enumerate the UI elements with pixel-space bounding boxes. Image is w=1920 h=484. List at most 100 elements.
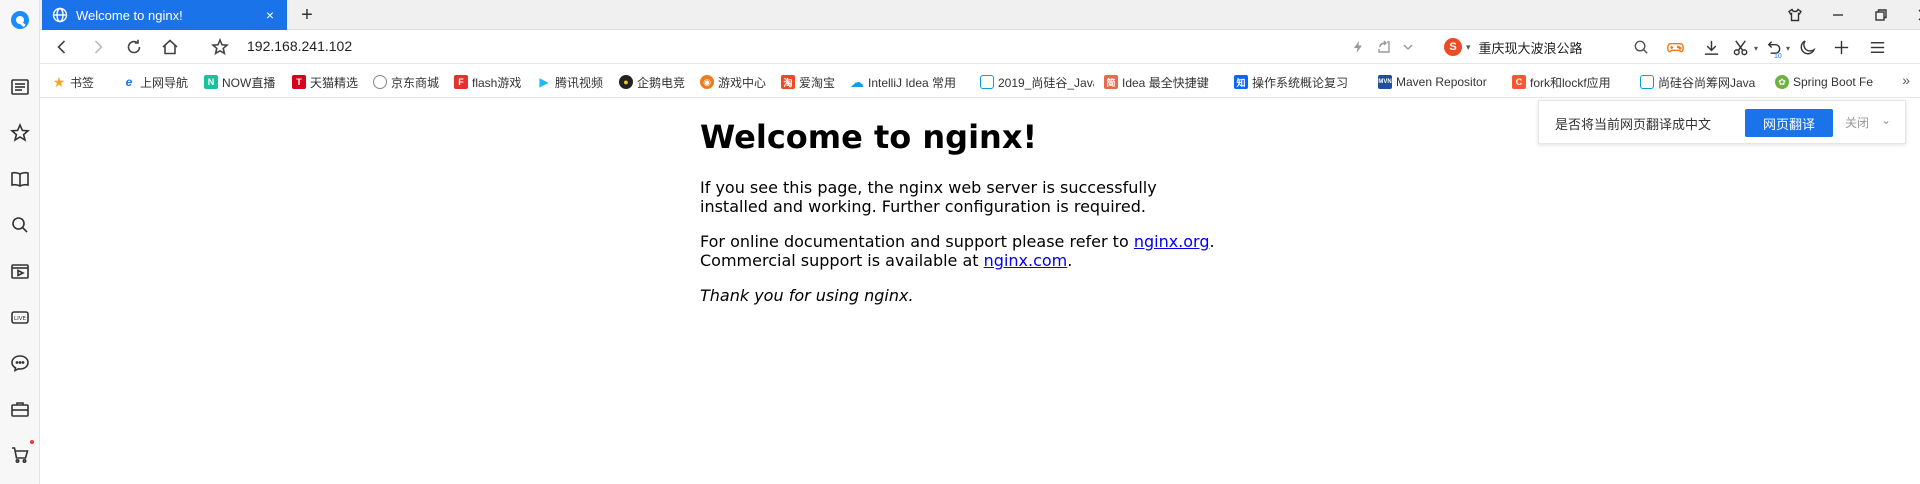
bookmark-label: 书签 [70,75,95,90]
translate-close-button[interactable]: 关闭 [1845,114,1869,131]
engine-dropdown-icon[interactable]: ▾ [1466,42,1471,53]
taobao-icon: 淘 [781,75,795,89]
search-icon[interactable] [8,213,32,237]
zhihu-icon: 知 [1234,75,1248,89]
ie-icon: e [122,75,136,89]
reload-button[interactable] [122,35,146,59]
left-sidebar: LIVE [0,0,40,484]
share-icon[interactable] [1376,39,1392,55]
bookmark-item[interactable]: ★ 书签 [52,73,112,91]
bookmark-label: 京东商城 [391,75,440,90]
bookmark-item[interactable]: 简 Idea 最全快捷键 [1104,73,1222,91]
tab-active[interactable]: Welcome to nginx! × [42,0,287,30]
tab-title: Welcome to nginx! [76,7,183,23]
tab-bar: Welcome to nginx! × + [40,0,1920,30]
bookmark-item[interactable]: 尚硅谷尚筹网Java [1640,73,1762,91]
bookmark-item[interactable]: 知 操作系统概论复习 [1234,73,1352,91]
bookmarks-bar: ★ 书签 e 上网导航 N NOW直播 T 天猫精选 京东商城 F flash游… [40,64,1920,98]
bookmark-item[interactable]: N NOW直播 [204,73,278,91]
news-icon[interactable] [8,75,32,99]
restore-button[interactable] [1866,4,1896,26]
bookmark-label: 尚硅谷尚筹网Java [1658,75,1756,90]
docs-text: . [1209,232,1215,251]
bookmark-item[interactable]: C fork和lockf应用 [1512,73,1624,91]
bookmark-item[interactable]: e 上网导航 [122,73,198,91]
bookmark-item[interactable]: F flash游戏 [454,73,530,91]
gamepad-icon: ◉ [700,75,714,89]
chevron-down-icon[interactable] [1400,39,1416,55]
bookmark-item[interactable]: T 天猫精选 [292,73,364,91]
game-controller-icon[interactable] [1664,36,1686,58]
search-query[interactable]: 重庆现大波浪公路 [1479,38,1583,57]
history-dropdown-icon[interactable]: ▾ [1786,44,1790,53]
bookmark-label: IntelliJ Idea 常用 [868,75,957,90]
jian-icon: 简 [1104,75,1118,89]
bookmark-item[interactable]: ☁ IntelliJ Idea 常用 [850,73,968,91]
lightning-icon[interactable] [1350,39,1366,55]
bookmark-item[interactable]: ● 企鹅电竞 [619,73,691,91]
csdn-icon: C [1512,75,1526,89]
sogou-search-icon[interactable]: S [1444,38,1462,56]
bookmark-label: 天猫精选 [310,75,359,90]
video-icon[interactable] [8,259,32,283]
search-magnifier-icon[interactable] [1630,36,1652,58]
bookmark-label: Maven Repositor [1396,75,1487,89]
tmall-icon: T [292,75,306,89]
address-url[interactable]: 192.168.241.102 [247,38,352,54]
shopping-cart-icon[interactable] [8,443,32,467]
nginx-org-link[interactable]: nginx.org [1134,232,1210,251]
home-button[interactable] [158,35,182,59]
bookmark-item[interactable]: ✿ Spring Boot Fe [1775,73,1881,91]
bookmark-item[interactable]: ▶ 腾讯视频 [537,73,609,91]
bookmark-label: 操作系统概论复习 [1252,75,1349,90]
bookmark-item[interactable]: MVN Maven Repositor [1378,73,1492,91]
live-icon[interactable]: LIVE [8,305,32,329]
reading-book-icon[interactable] [8,167,32,191]
flash-icon: F [454,75,468,89]
bookmark-label: flash游戏 [472,75,522,90]
bilibili-icon [980,75,994,89]
globe-icon [52,7,68,23]
intro-paragraph: If you see this page, the nginx web serv… [700,178,1157,216]
chat-icon[interactable] [8,351,32,375]
scissors-dropdown-icon[interactable]: ▾ [1754,44,1758,53]
forward-button[interactable] [86,35,110,59]
shirt-skin-icon[interactable] [1780,4,1810,26]
bookmark-label: 企鹅电竞 [637,75,686,90]
favorites-star-icon[interactable] [8,121,32,145]
search-box[interactable]: S ▾ 重庆现大波浪公路 [1444,35,1694,59]
page-heading: Welcome to nginx! [700,118,1038,156]
plus-icon[interactable] [1830,36,1852,58]
briefcase-icon[interactable] [8,397,32,421]
spring-icon: ✿ [1775,75,1789,89]
bookmark-item[interactable]: 京东商城 [373,73,445,91]
menu-icon[interactable] [1866,36,1888,58]
download-icon[interactable] [1700,36,1722,58]
star-icon: ★ [52,73,66,90]
bookmark-item[interactable]: ◉ 游戏中心 [700,73,772,91]
maven-icon: MVN [1378,75,1392,89]
bookmark-item[interactable]: 淘 爱淘宝 [781,73,841,91]
bookmarks-more-button[interactable]: » [1902,72,1910,88]
navigation-bar: 192.168.241.102 S ▾ 重庆现大波浪公路 ▾ 10 ▾ [40,30,1920,64]
penguin-icon: ● [619,75,633,89]
scissors-icon[interactable] [1730,36,1752,58]
svg-text:LIVE: LIVE [14,316,26,322]
new-tab-button[interactable]: + [295,3,319,27]
close-window-button[interactable] [1909,4,1920,26]
nginx-com-link[interactable]: nginx.com [984,251,1068,270]
docs-paragraph: For online documentation and support ple… [700,232,1220,270]
translate-button[interactable]: 网页翻译 [1745,109,1833,137]
bookmark-star-icon[interactable] [208,35,232,59]
night-mode-moon-icon[interactable] [1796,36,1818,58]
tencent-video-icon: ▶ [539,75,549,89]
tab-close-button[interactable]: × [261,6,279,24]
bookmark-label: 游戏中心 [718,75,767,90]
back-button[interactable] [50,35,74,59]
bookmark-item[interactable]: 2019_尚硅谷_Java [980,73,1094,91]
minimize-button[interactable] [1823,4,1853,26]
browser-logo-icon[interactable] [8,8,32,32]
notification-dot [30,440,34,444]
translate-question: 是否将当前网页翻译成中文 [1555,117,1712,132]
chevron-down-icon[interactable]: ⌄ [1881,113,1891,127]
